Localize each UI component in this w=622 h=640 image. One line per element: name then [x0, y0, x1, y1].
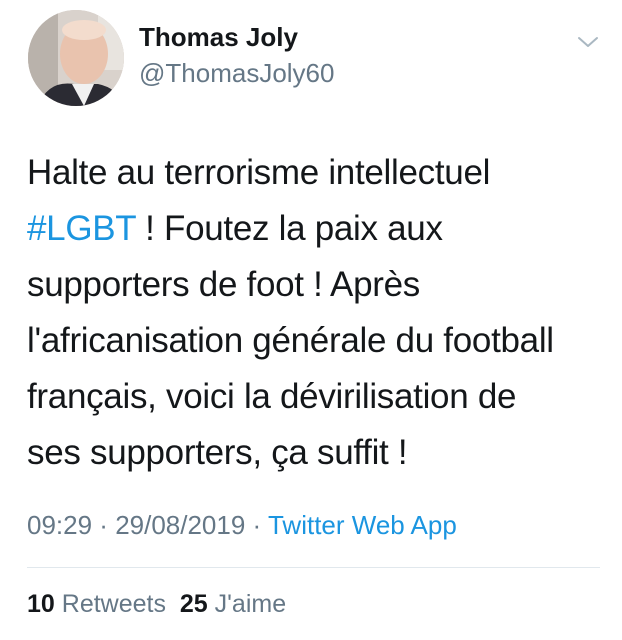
- tweet-line: l'africanisation générale du football: [27, 321, 554, 360]
- tweet-line: supporters de foot ! Après: [27, 265, 420, 304]
- retweets-label: Retweets: [61, 590, 166, 618]
- tweet-date[interactable]: 29/08/2019: [115, 510, 245, 540]
- retweets-count: 10: [27, 590, 55, 618]
- meta-separator: ·: [245, 510, 268, 540]
- chevron-down-icon[interactable]: [576, 34, 600, 50]
- profile-photo: [28, 10, 124, 106]
- tweet-line: français, voici la dévirilisation de: [27, 377, 517, 416]
- retweets-stat[interactable]: 10 Retweets: [27, 590, 166, 618]
- likes-label: J'aime: [214, 590, 287, 618]
- display-name[interactable]: Thomas Joly: [139, 22, 298, 53]
- user-handle[interactable]: @ThomasJoly60: [139, 58, 334, 89]
- tweet-line: ses supporters, ça suffit !: [27, 433, 408, 472]
- tweet-line: #LGBT ! Foutez la paix aux: [27, 201, 602, 257]
- tweet-text: Halte au terrorisme intellectuel #LGBT !…: [27, 145, 602, 481]
- tweet-line: Halte au terrorisme intellectuel: [27, 153, 491, 192]
- meta-separator: ·: [92, 510, 116, 540]
- avatar[interactable]: [28, 10, 124, 106]
- tweet-meta: 09:29 · 29/08/2019 · Twitter Web App: [27, 510, 457, 541]
- tweet-source-link[interactable]: Twitter Web App: [268, 510, 457, 540]
- tweet-line-text: ! Foutez la paix aux: [135, 209, 443, 248]
- likes-stat[interactable]: 25 J'aime: [180, 590, 286, 618]
- likes-count: 25: [179, 590, 208, 618]
- tweet-time[interactable]: 09:29: [27, 510, 92, 540]
- divider: [27, 567, 600, 568]
- tweet-stats: 10 Retweets 25 J'aime: [27, 590, 286, 619]
- hashtag-link[interactable]: #LGBT: [27, 209, 136, 248]
